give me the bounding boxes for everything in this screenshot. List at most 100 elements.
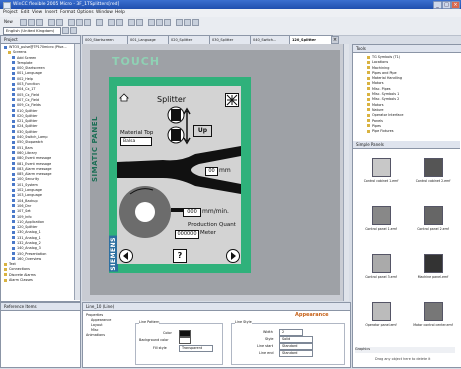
screen-icon	[12, 252, 15, 256]
align-center-icon[interactable]	[156, 19, 163, 26]
menu-view[interactable]: View	[32, 10, 42, 15]
screen-icon	[12, 220, 15, 224]
material-field[interactable]: Balsa	[120, 137, 152, 146]
transfer-icon[interactable]	[116, 19, 123, 26]
up-button[interactable]: Up	[193, 125, 212, 137]
color-swatch[interactable]	[179, 330, 191, 337]
help-button[interactable]: ?	[173, 249, 187, 263]
menu-options[interactable]: Options	[77, 10, 94, 15]
maximize-icon[interactable]: □	[442, 1, 451, 9]
redo-icon[interactable]	[56, 19, 63, 26]
speed-unit: mm/min.	[202, 208, 229, 215]
folder-icon	[367, 55, 370, 59]
graphic-tile[interactable]: Control cabinet 2.emf	[411, 152, 455, 196]
canvas-scrollbar[interactable]	[343, 44, 349, 301]
color-icon[interactable]	[70, 27, 77, 34]
graphic-tile[interactable]: Operator panel.emf	[359, 296, 403, 340]
align-left-icon[interactable]	[148, 19, 155, 26]
project-scrollbar[interactable]	[74, 44, 80, 300]
home-icon[interactable]	[119, 93, 129, 102]
delete-icon[interactable]	[96, 19, 103, 26]
screen-icon	[12, 193, 15, 197]
background-color-label: Background color	[139, 338, 169, 342]
graphic-tile-label: Operator panel.emf	[365, 323, 397, 327]
speed-field[interactable]: 000	[183, 208, 201, 217]
graphic-thumbnail	[372, 302, 391, 321]
font-icon[interactable]	[62, 27, 69, 34]
properties-tree-item[interactable]: Animations	[86, 333, 126, 338]
line-start-select[interactable]: Standard	[279, 343, 313, 350]
simatic-panel-label: SIMATIC PANEL	[91, 116, 99, 182]
screen-icon	[12, 114, 15, 118]
graphic-tile[interactable]: Control panel 1.emf	[359, 200, 403, 244]
screen-icon	[12, 82, 15, 86]
italic-icon[interactable]	[184, 19, 191, 26]
properties-tree: Properties Appearance Layout Misc Animations	[86, 313, 126, 338]
tools-tree-item[interactable]: Pipe Fixtures	[367, 129, 453, 134]
background-color-swatch[interactable]	[179, 337, 191, 344]
cut-icon[interactable]	[68, 19, 75, 26]
gap-mm-field[interactable]: 00	[205, 167, 218, 176]
reference-pane-header: Reference Items	[1, 303, 80, 311]
copy-icon[interactable]	[76, 19, 83, 26]
close-icon[interactable]: ×	[451, 1, 460, 9]
production-field[interactable]: 000000	[175, 230, 199, 239]
screen-icon	[12, 257, 15, 261]
print-icon[interactable]	[36, 19, 43, 26]
minimize-icon[interactable]: _	[433, 1, 442, 9]
screen-icon	[12, 183, 15, 187]
appearance-section-title: Appearance	[295, 312, 329, 318]
project-tail-list: Text Connections Discrete Alarms Alarm Clas…	[4, 262, 80, 283]
paste-icon[interactable]	[84, 19, 91, 26]
menu-format[interactable]: Format	[60, 10, 75, 15]
folder-icon	[4, 267, 7, 271]
screen-icon	[12, 188, 15, 192]
folder-icon	[367, 66, 370, 70]
folder-icon	[367, 97, 370, 101]
menu-window[interactable]: Window	[96, 10, 113, 15]
undo-icon[interactable]	[48, 19, 55, 26]
menu-insert[interactable]: Insert	[45, 10, 57, 15]
graphic-thumbnail	[372, 254, 391, 273]
zoom-in-icon[interactable]	[128, 19, 135, 26]
open-icon[interactable]	[20, 19, 27, 26]
bold-icon[interactable]	[176, 19, 183, 26]
graphic-tile[interactable]: Control panel 3.emf	[359, 248, 403, 292]
graphic-tile-label: Machine panel.emf	[417, 275, 449, 279]
new-button[interactable]: New	[4, 19, 13, 24]
properties-pane: Line_10 (Line) Appearance Properties Appe…	[82, 302, 351, 368]
graphic-tile[interactable]: Control cabinet 1.emf	[359, 152, 403, 196]
screen-icon	[12, 130, 15, 134]
forward-arrow-icon[interactable]	[226, 249, 240, 263]
menu-edit[interactable]: Edit	[21, 10, 29, 15]
screen-icon	[12, 61, 15, 65]
compile-icon[interactable]	[108, 19, 115, 26]
close-tab-icon[interactable]: ×	[331, 36, 339, 44]
project-tree-item[interactable]: Alarm Classes	[4, 278, 80, 283]
graphics-grid: Control cabinet 1.emf Control cabinet 2.e…	[353, 149, 457, 369]
graphic-tile[interactable]: Machine panel.emf	[411, 248, 455, 292]
graphic-tile-label: Control cabinet 2.emf	[415, 179, 451, 183]
style-select[interactable]: Solid	[279, 336, 313, 343]
graphic-thumbnail	[424, 206, 443, 225]
folder-icon	[367, 81, 370, 85]
back-arrow-icon[interactable]	[119, 249, 133, 263]
menu-project[interactable]: Project	[3, 10, 18, 15]
graphic-tile[interactable]: Motor control center.emf	[411, 296, 455, 340]
meter-label: Meter	[200, 230, 216, 236]
menu-help[interactable]: Help	[115, 10, 125, 15]
graphics-tab[interactable]: Graphics	[355, 347, 455, 353]
save-icon[interactable]	[28, 19, 35, 26]
graphic-tile[interactable]: Control panel 2.emf	[411, 200, 455, 244]
align-right-icon[interactable]	[164, 19, 171, 26]
fill-style-select[interactable]: Transparent	[179, 345, 213, 352]
screen-icon	[12, 225, 15, 229]
screen-icon	[12, 156, 15, 160]
graphic-thumbnail	[424, 254, 443, 273]
line-end-select[interactable]: Standard	[279, 350, 313, 357]
width-input[interactable]: 2	[279, 329, 303, 336]
language-select[interactable]: English (United Kingdom)	[3, 27, 61, 35]
zoom-out-icon[interactable]	[136, 19, 143, 26]
screen-icon	[12, 98, 15, 102]
underline-icon[interactable]	[192, 19, 199, 26]
